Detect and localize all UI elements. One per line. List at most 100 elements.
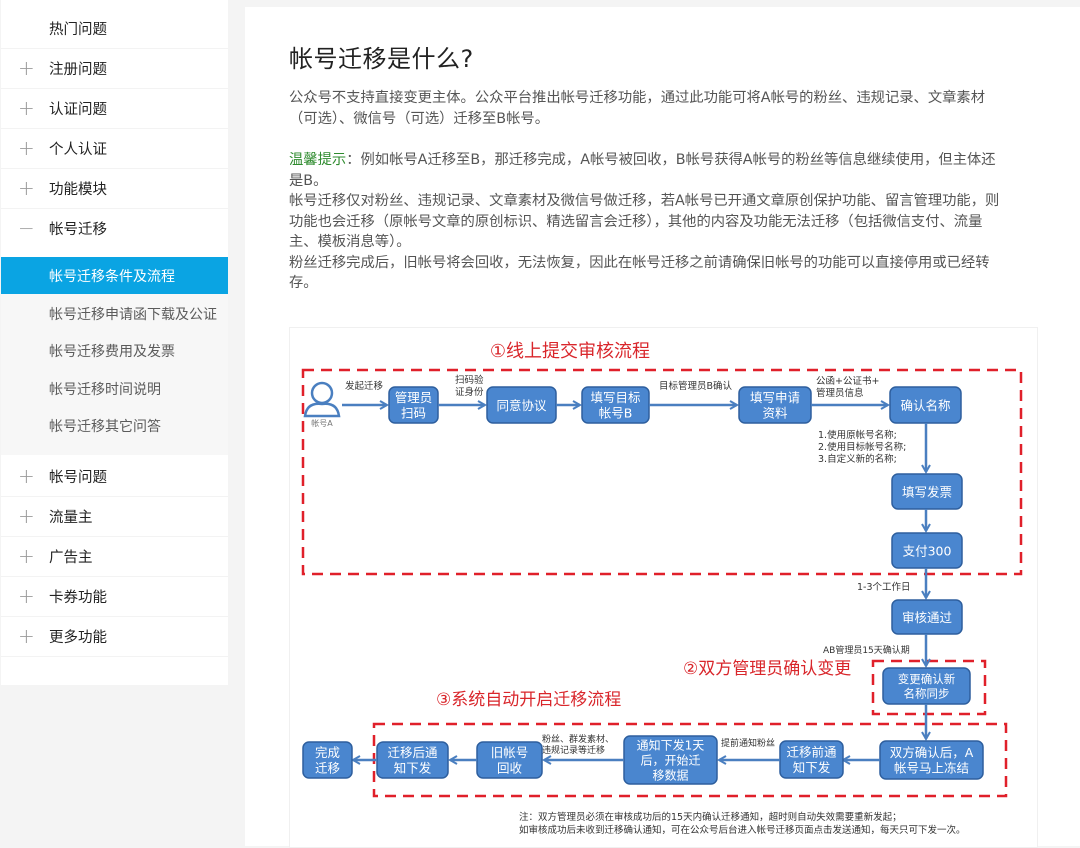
node-old-recycle-label: 回收 xyxy=(497,761,523,776)
text-line: （可选）、微信号（可选）迁移至B帐号。 xyxy=(289,110,549,127)
tips-paragraph: 温馨提示：例如帐号A迁移至B，那迁移完成，A帐号被回收，B帐号获得A帐号的粉丝等… xyxy=(289,150,1029,294)
node-invoice-label: 填写发票 xyxy=(902,484,952,499)
sidebar-item-label: 个人认证 xyxy=(49,141,107,158)
sidebar-subitem-time-info[interactable]: 帐号迁移时间说明 xyxy=(1,370,228,407)
node-freeze-label: 双方确认后，A xyxy=(890,745,974,760)
sidebar-subitem-label: 帐号迁移时间说明 xyxy=(49,381,161,398)
node-pre-notice-label: 知下发 xyxy=(793,760,831,775)
edge-label-scan-verify: 证身份 xyxy=(455,386,484,398)
tip-text: ：例如帐号A迁移至B，那迁移完成，A帐号被回收，B帐号获得A帐号的粉丝等信息继续… xyxy=(346,152,996,168)
user-icon-body xyxy=(303,402,341,418)
sidebar-subitem-other-qa[interactable]: 帐号迁移其它问答 xyxy=(1,407,228,444)
intro-paragraph: 公众号不支持直接变更主体。公众平台推出帐号迁移功能，通过此功能可将A帐号的粉丝、… xyxy=(289,88,1029,129)
user-label: 帐号A xyxy=(311,418,333,428)
text-line: 功能也会迁移（原帐号文章的原创标识、精选留言会迁移），其他的内容及功能无法迁移（… xyxy=(289,213,983,230)
edge-label-notify-fans: 提前通知粉丝 xyxy=(721,737,775,749)
sidebar-nav: 热门问题 + 注册问题 + 认证问题 + 个人认证 + 功能模块 − 帐号迁移 … xyxy=(1,0,228,685)
node-change-confirm-label: 变更确认新 xyxy=(898,672,956,686)
minus-icon: − xyxy=(18,216,35,240)
node-start-migrate-label: 后，开始迁 xyxy=(640,754,700,768)
sidebar-item-cards-coupons[interactable]: + 卡券功能 xyxy=(1,576,228,617)
sidebar-item-label: 卡券功能 xyxy=(49,589,107,606)
sidebar-item-more-features[interactable]: + 更多功能 xyxy=(1,616,228,657)
sidebar-item-feature-modules[interactable]: + 功能模块 xyxy=(1,168,228,209)
sidebar-subitem-label: 帐号迁移费用及发票 xyxy=(49,343,175,360)
plus-icon: + xyxy=(18,584,35,608)
sidebar-subitem-label: 帐号迁移条件及流程 xyxy=(49,268,175,285)
node-change-confirm-label: 名称同步 xyxy=(904,687,950,701)
sidebar-item-label: 流量主 xyxy=(49,509,93,526)
sidebar-item-label: 热门问题 xyxy=(49,21,107,38)
edge-label-scan-verify: 扫码验 xyxy=(455,374,484,386)
diagram-note-line2: 如审核成功后未收到迁移确认通知，可在公众号后台进入帐号迁移页面点击发送通知，每天… xyxy=(519,824,966,836)
sidebar-subitem-letter-download[interactable]: 帐号迁移申请函下载及公证 xyxy=(1,295,228,332)
sidebar-subitem-conditions-process[interactable]: 帐号迁移条件及流程 xyxy=(1,257,228,294)
edge-label-migrate-items: 粉丝、群发素材、 xyxy=(542,733,614,745)
sidebar-item-account-issues[interactable]: + 帐号问题 xyxy=(1,456,228,497)
sidebar-item-label: 广告主 xyxy=(49,549,93,566)
node-freeze-label: 帐号马上冻结 xyxy=(894,761,969,776)
node-agree-label: 同意协议 xyxy=(496,398,547,413)
edge-label-name-options: 3.自定义新的名称; xyxy=(818,453,897,465)
node-start-migrate-label: 通知下发1天 xyxy=(637,738,705,753)
text-line: 粉丝迁移完成后，旧帐号将会回收，无法恢复，因此在帐号迁移之前请确保旧帐号的功能可… xyxy=(289,254,990,271)
edge-label-docs: 公函+公证书+ xyxy=(816,376,879,387)
text-line: 公众号不支持直接变更主体。公众平台推出帐号迁移功能，通过此功能可将A帐号的粉丝、… xyxy=(289,90,986,106)
node-admin-scan-label: 管理员 xyxy=(395,390,433,405)
plus-icon: + xyxy=(18,176,35,200)
sidebar-item-label: 帐号问题 xyxy=(49,469,107,486)
node-pay-label: 支付300 xyxy=(903,543,952,558)
sidebar-item-account-migration[interactable]: − 帐号迁移 xyxy=(1,208,228,248)
edge-label-initiate: 发起迁移 xyxy=(345,380,384,392)
edge-label-docs: 管理员信息 xyxy=(816,387,864,399)
node-fill-apply-label: 填写申请 xyxy=(750,390,800,405)
plus-icon: + xyxy=(18,96,35,120)
sidebar-item-verification[interactable]: + 认证问题 xyxy=(1,88,228,129)
node-old-recycle-label: 旧帐号 xyxy=(491,745,529,760)
node-done-label: 完成 xyxy=(315,745,340,760)
sidebar-subitem-label: 帐号迁移申请函下载及公证 xyxy=(49,306,217,323)
sidebar-item-label: 更多功能 xyxy=(49,629,107,646)
sidebar-subitem-fees-invoice[interactable]: 帐号迁移费用及发票 xyxy=(1,332,228,369)
node-approved-label: 审核通过 xyxy=(902,610,953,625)
plus-icon: + xyxy=(18,56,35,80)
sidebar-item-label: 认证问题 xyxy=(49,101,107,118)
sidebar-item-registration[interactable]: + 注册问题 xyxy=(1,48,228,89)
sidebar-item-hot-questions[interactable]: 热门问题 xyxy=(1,8,228,49)
node-fill-apply-label: 资料 xyxy=(762,406,788,421)
stage3-title: ③系统自动开启迁移流程 xyxy=(436,690,621,710)
node-fill-target-label: 帐号B xyxy=(599,406,633,421)
node-confirm-name-label: 确认名称 xyxy=(900,398,950,413)
plus-icon: + xyxy=(18,624,35,648)
stage1-title: ①线上提交审核流程 xyxy=(490,341,650,362)
edge-label-migrate-items: 违规记录等迁移 xyxy=(542,744,605,756)
node-fill-target-label: 填写目标 xyxy=(590,390,640,405)
text-line: 温馨提示：例如帐号A迁移至B，那迁移完成，A帐号被回收，B帐号获得A帐号的粉丝等… xyxy=(289,150,1029,171)
text-line: 是B。 xyxy=(289,172,328,189)
sidebar-item-label: 注册问题 xyxy=(49,61,107,78)
page-title: 帐号迁移是什么? xyxy=(289,45,474,73)
edge-label-confirm-period: AB管理员15天确认期 xyxy=(823,644,910,656)
sidebar-item-traffic-owner[interactable]: + 流量主 xyxy=(1,496,228,537)
node-admin-scan-label: 扫码 xyxy=(401,406,426,421)
node-post-notice-label: 知下发 xyxy=(394,761,432,776)
sidebar-subitem-label: 帐号迁移其它问答 xyxy=(49,418,161,435)
text-line: 主、模板消息等）。 xyxy=(289,234,411,250)
text-line: 存。 xyxy=(289,275,318,291)
migration-flow-diagram: ①线上提交审核流程 ②双方管理员确认变更 ③系统自动开启迁移流程 帐号A 发起迁移 管理员… xyxy=(289,327,1038,848)
plus-icon: + xyxy=(18,464,35,488)
plus-icon: + xyxy=(18,504,35,528)
user-icon-head xyxy=(310,381,334,405)
node-pre-notice-label: 迁移前通 xyxy=(786,745,837,760)
sidebar-item-personal-verification[interactable]: + 个人认证 xyxy=(1,128,228,169)
plus-icon: + xyxy=(18,544,35,568)
stage2-title: ②双方管理员确认变更 xyxy=(683,659,851,679)
flow-diagram-svg: ①线上提交审核流程 ②双方管理员确认变更 ③系统自动开启迁移流程 帐号A 发起迁移管理员… xyxy=(301,341,1023,836)
node-start-migrate-label: 移数据 xyxy=(652,768,688,783)
node-post-notice-label: 迁移后通 xyxy=(387,745,438,760)
sidebar-item-label: 功能模块 xyxy=(49,181,107,198)
edge-label-name-options: 1.使用原帐号名称; xyxy=(818,429,897,441)
text-line: 帐号迁移仅对粉丝、违规记录、文章素材及微信号做迁移，若A帐号已开通文章原创保护功… xyxy=(289,193,1000,209)
sidebar-item-advertiser[interactable]: + 广告主 xyxy=(1,536,228,577)
plus-icon: + xyxy=(18,136,35,160)
